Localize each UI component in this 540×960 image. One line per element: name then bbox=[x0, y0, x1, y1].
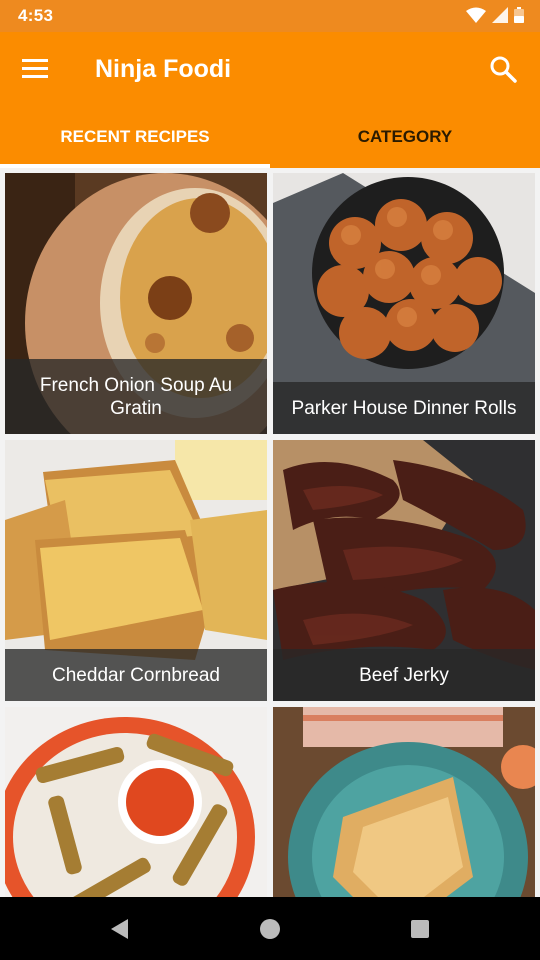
search-icon[interactable] bbox=[488, 54, 518, 84]
recipe-card[interactable] bbox=[5, 707, 267, 897]
wifi-icon bbox=[466, 7, 486, 23]
recipe-title: Parker House Dinner Rolls bbox=[273, 382, 535, 434]
tab-recent-recipes-label: RECENT RECIPES bbox=[60, 127, 210, 146]
tab-bar: RECENT RECIPES CATEGORY bbox=[0, 106, 540, 168]
recipe-image-zucchini-fries bbox=[5, 707, 267, 897]
recents-icon[interactable] bbox=[408, 917, 432, 941]
tab-category[interactable]: CATEGORY bbox=[270, 106, 540, 168]
tab-category-label: CATEGORY bbox=[357, 127, 453, 146]
recipe-card[interactable]: Beef Jerky bbox=[273, 440, 535, 701]
signal-icon bbox=[492, 7, 508, 23]
status-bar: 4:53 bbox=[0, 0, 540, 32]
menu-icon[interactable] bbox=[22, 56, 50, 82]
app-title: Ninja Foodi bbox=[95, 55, 232, 83]
back-icon[interactable] bbox=[108, 917, 132, 941]
recipe-title: Cheddar Cornbread bbox=[5, 649, 267, 701]
recipe-card[interactable]: Parker House Dinner Rolls bbox=[273, 173, 535, 434]
recipe-image-calzone bbox=[273, 707, 535, 897]
battery-icon bbox=[514, 7, 524, 23]
recipe-card[interactable] bbox=[273, 707, 535, 897]
recipe-title: French Onion Soup Au Gratin bbox=[5, 359, 267, 434]
recipe-title: Beef Jerky bbox=[273, 649, 535, 701]
recipe-card[interactable]: French Onion Soup Au Gratin bbox=[5, 173, 267, 434]
recipe-grid: French Onion Soup Au Gratin Parker House… bbox=[0, 168, 540, 897]
app-bar: Ninja Foodi bbox=[0, 32, 540, 106]
home-icon[interactable] bbox=[258, 917, 282, 941]
status-icons bbox=[466, 7, 524, 23]
status-time: 4:53 bbox=[18, 6, 54, 25]
tab-recent-recipes[interactable]: RECENT RECIPES bbox=[0, 106, 270, 168]
navigation-bar bbox=[0, 897, 540, 960]
recipe-card[interactable]: Cheddar Cornbread bbox=[5, 440, 267, 701]
